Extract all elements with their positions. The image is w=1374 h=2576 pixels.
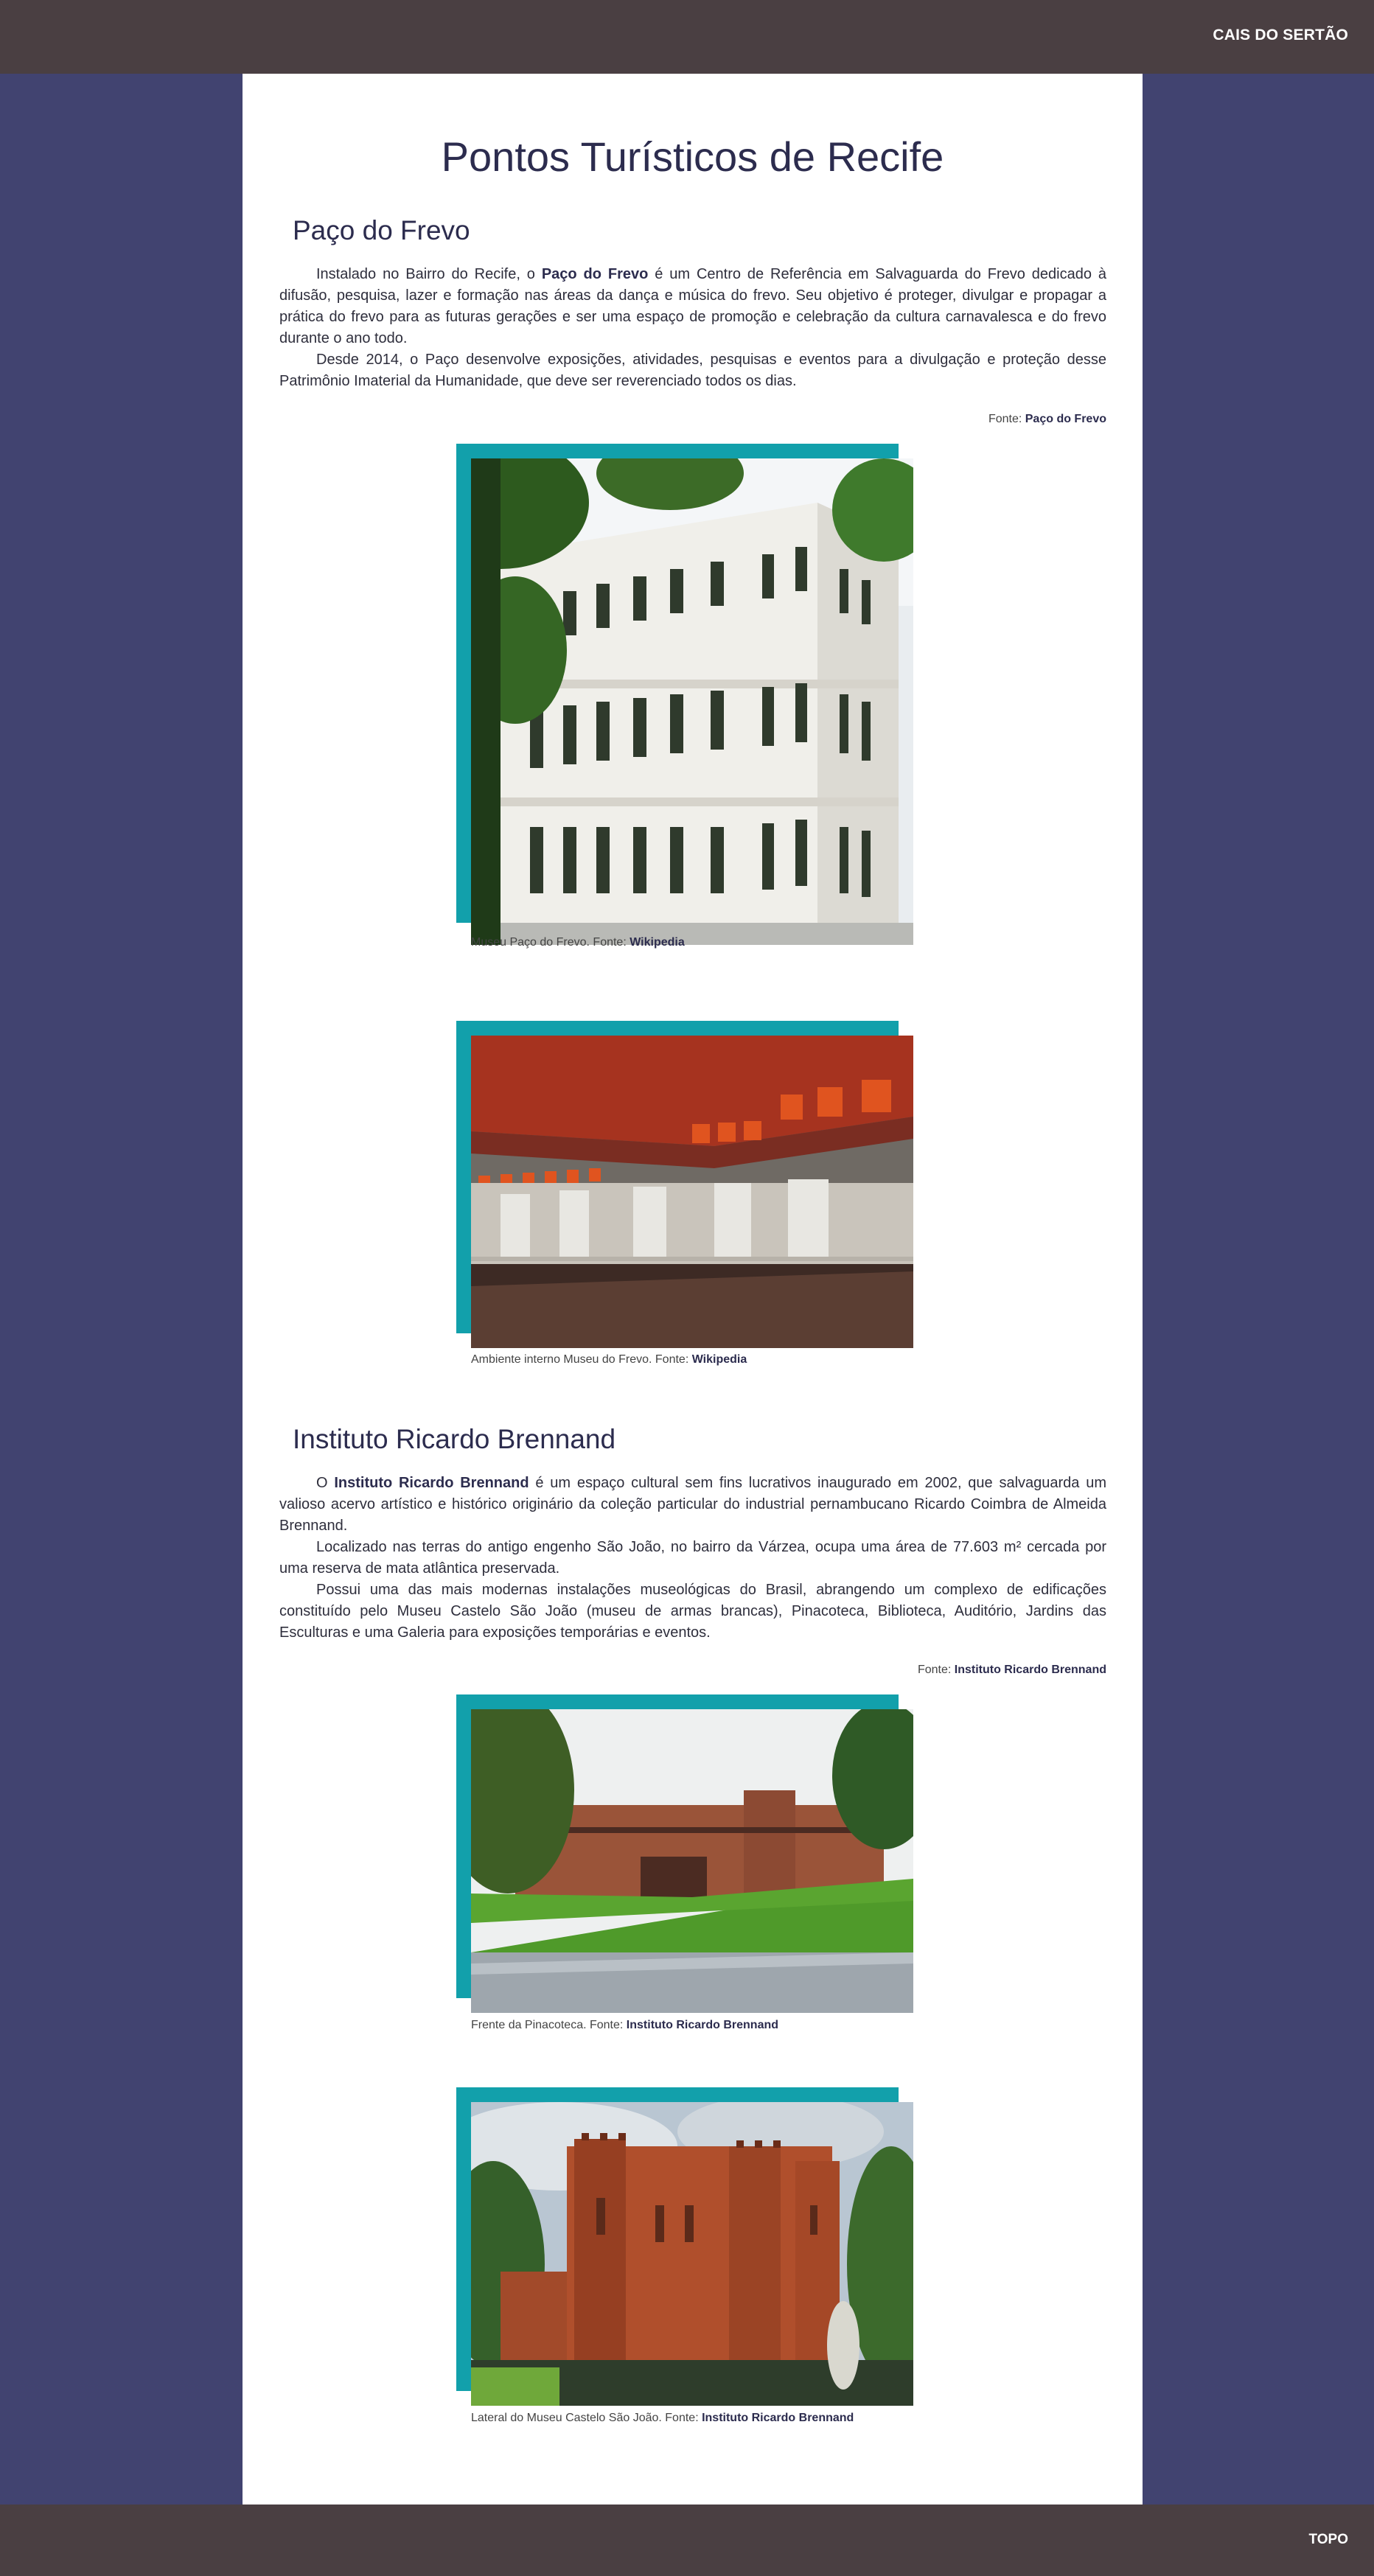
source-instituto-ricardo-brennand-link[interactable]: Instituto Ricardo Brennand (955, 1664, 1106, 1676)
paco-do-frevo-link[interactable]: Paço do Frevo (542, 266, 649, 282)
photo-pinacoteca-front (471, 1709, 913, 2013)
back-to-top-link[interactable]: TOPO (1309, 2532, 1349, 2548)
caption-text: Ambiente interno Museu do Frevo. Fonte: (471, 1353, 692, 1366)
top-bar: CAIS DO SERTÃO (0, 0, 1374, 74)
figure-caption: Ambiente interno Museu do Frevo. Fonte: … (471, 1353, 747, 1366)
figure-pinacoteca: Frente da Pinacoteca. Fonte: Instituto R… (456, 1694, 913, 2052)
caption-text: Frente da Pinacoteca. Fonte: (471, 2019, 627, 2031)
section-title-instituto-ricardo-brennand: Instituto Ricardo Brennand (293, 1424, 616, 1454)
section-title-paco-do-frevo: Paço do Frevo (293, 215, 470, 245)
bottom-bar: TOPO (0, 2505, 1374, 2576)
source-paco-do-frevo-link[interactable]: Paço do Frevo (1025, 413, 1106, 425)
photo-paco-do-frevo-building (471, 458, 913, 945)
figure-paco-do-frevo-exterior: Museu Paço do Frevo. Fonte: Wikipedia (456, 444, 913, 971)
caption-text: Museu Paço do Frevo. Fonte: (471, 936, 630, 949)
paragraph: Possui uma das mais modernas instalações… (279, 1582, 1106, 1641)
figure-caption: Frente da Pinacoteca. Fonte: Instituto R… (471, 2019, 778, 2032)
caption-instituto-ricardo-brennand-link[interactable]: Instituto Ricardo Brennand (627, 2019, 778, 2031)
figure-paco-do-frevo-interior: Ambiente interno Museu do Frevo. Fonte: … (456, 1021, 913, 1378)
figure-caption: Lateral do Museu Castelo São João. Fonte… (471, 2412, 854, 2425)
instituto-ricardo-brennand-link[interactable]: Instituto Ricardo Brennand (334, 1475, 529, 1491)
paragraph: Desde 2014, o Paço desenvolve exposições… (279, 352, 1106, 389)
source-line: Fonte: Instituto Ricardo Brennand (918, 1664, 1106, 1677)
figure-castelo-sao-joao: Lateral do Museu Castelo São João. Fonte… (456, 2087, 913, 2445)
photo-paco-do-frevo-interior (471, 1036, 913, 1348)
section-text-paco-do-frevo: Instalado no Bairro do Recife, o Paço do… (279, 264, 1106, 392)
source-line: Fonte: Paço do Frevo (988, 413, 1106, 426)
content-page: Pontos Turísticos de Recife Paço do Frev… (243, 74, 1143, 2505)
paragraph: Instalado no Bairro do Recife, o Paço do… (279, 264, 1106, 349)
paragraph: O Instituto Ricardo Brennand é um espaço… (279, 1473, 1106, 1537)
paragraph-text: Instalado no Bairro do Recife, o (316, 266, 542, 282)
photo-castelo-sao-joao (471, 2102, 913, 2406)
section-text-instituto-ricardo-brennand: O Instituto Ricardo Brennand é um espaço… (279, 1473, 1106, 1644)
caption-text: Lateral do Museu Castelo São João. Fonte… (471, 2412, 702, 2424)
caption-instituto-ricardo-brennand-link[interactable]: Instituto Ricardo Brennand (702, 2412, 854, 2424)
figure-caption: Museu Paço do Frevo. Fonte: Wikipedia (471, 936, 685, 949)
source-label: Fonte: (988, 413, 1025, 425)
caption-wikipedia-link[interactable]: Wikipedia (692, 1353, 747, 1366)
page-title: Pontos Turísticos de Recife (441, 133, 944, 180)
nav-cais-do-sertao-link[interactable]: CAIS DO SERTÃO (1213, 27, 1348, 44)
source-label: Fonte: (917, 1664, 955, 1676)
caption-wikipedia-link[interactable]: Wikipedia (630, 936, 685, 949)
paragraph-text: O (316, 1475, 335, 1491)
paragraph: Localizado nas terras do antigo engenho … (279, 1539, 1106, 1577)
